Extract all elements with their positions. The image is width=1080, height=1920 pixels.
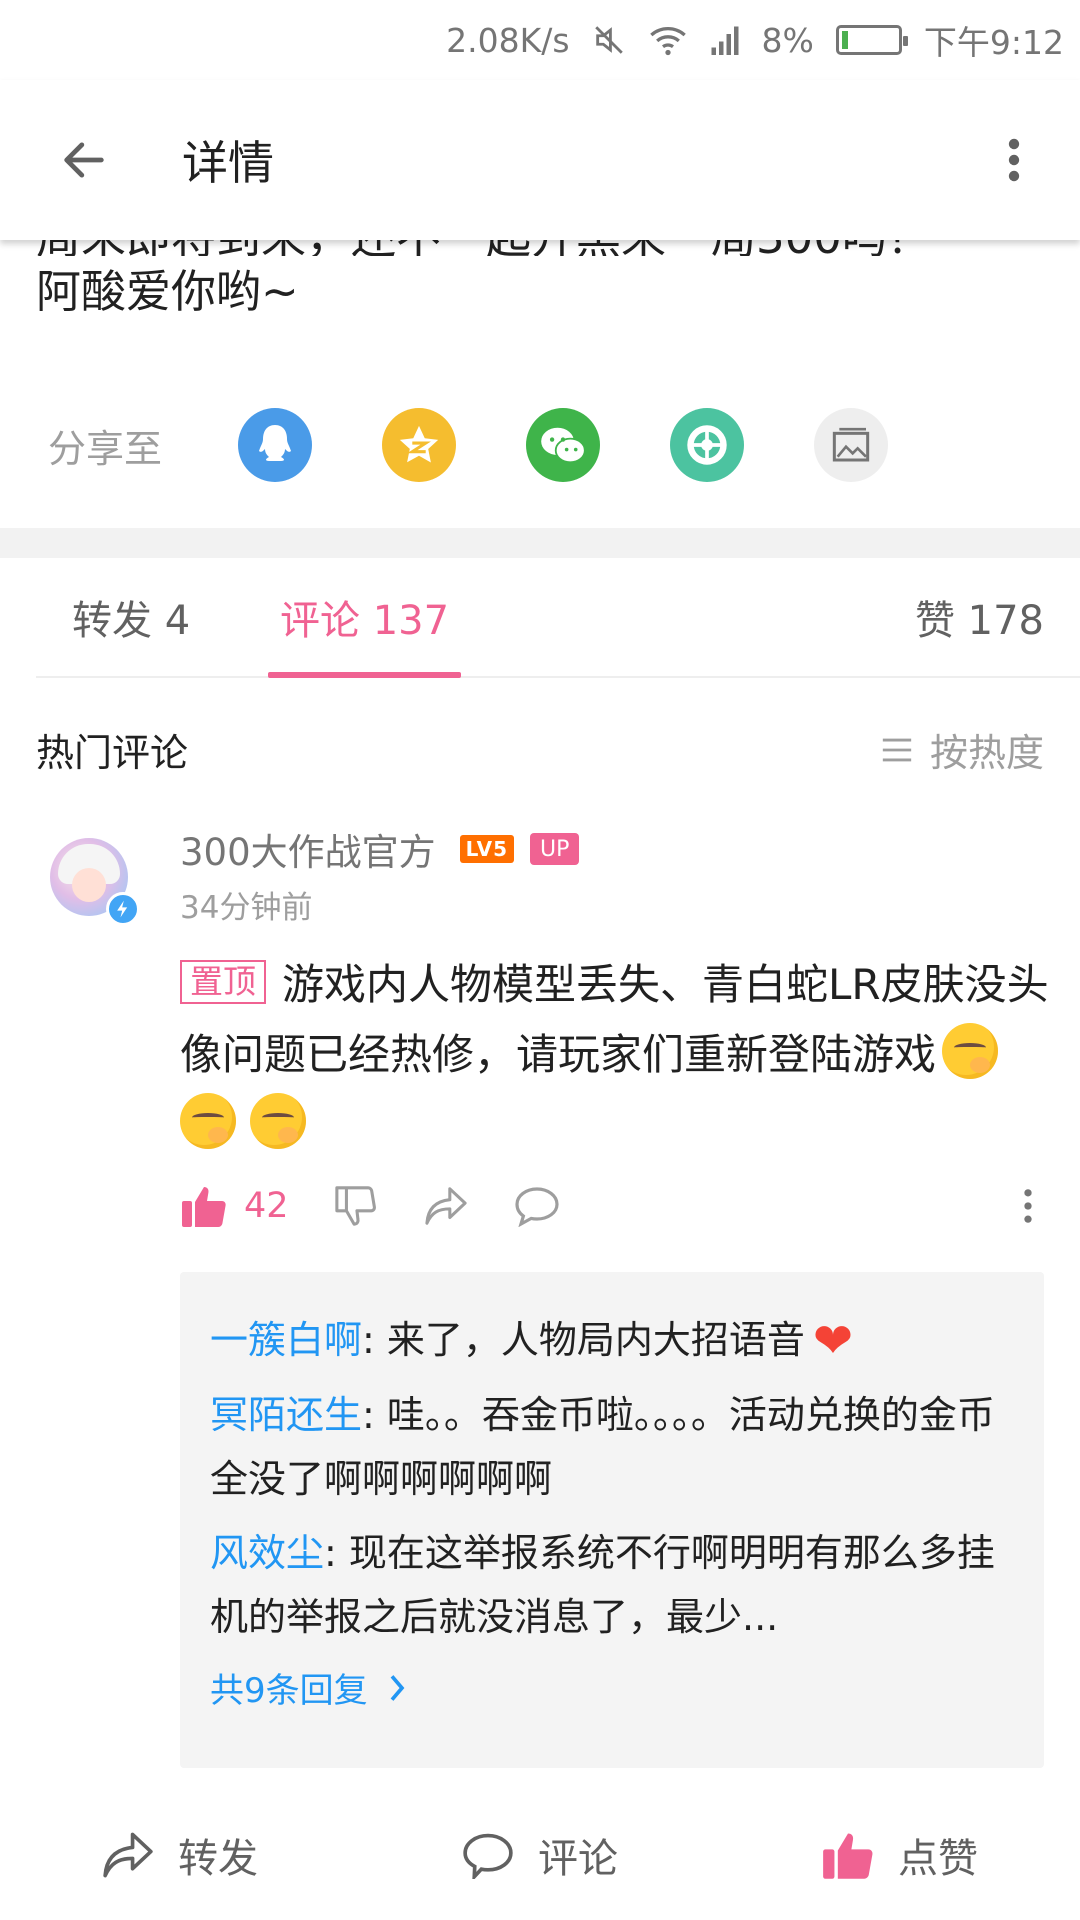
- reply-item[interactable]: 冥陌还生: 哇。。吞金币啦。。。。活动兑换的金币全没了啊啊啊啊啊啊: [210, 1383, 1014, 1511]
- reply-button[interactable]: [513, 1185, 561, 1227]
- qzone-share-button[interactable]: [382, 408, 456, 482]
- comment-bubble-icon: [463, 1833, 513, 1879]
- repost-label: 转发: [178, 1836, 258, 1882]
- share-label: 分享至: [48, 426, 163, 471]
- qzone-icon: [399, 425, 439, 463]
- up-badge: UP: [530, 833, 580, 865]
- section-divider: [0, 528, 1080, 558]
- overflow-menu-button[interactable]: [984, 118, 1044, 202]
- arrow-left-icon: [64, 142, 104, 178]
- like-count: 42: [244, 1186, 289, 1226]
- network-speed: 2.08K/s: [446, 20, 570, 60]
- qq-share-button[interactable]: [238, 408, 312, 482]
- comment-button[interactable]: 评论: [460, 1826, 618, 1884]
- mute-icon: [592, 23, 626, 57]
- reply-preview-box[interactable]: 一簇白啊: 来了，人物局内大招语音 ❤ 冥陌还生: 哇。。吞金币啦。。。。活动兑换…: [180, 1272, 1044, 1768]
- thumbs-up-icon: [823, 1833, 873, 1879]
- comment-text: 游戏内人物模型丢失、青白蛇LR皮肤没头像问题已经热修，请玩家们重新登陆游戏: [180, 960, 1049, 1079]
- dislike-button[interactable]: [333, 1184, 379, 1228]
- thumbs-down-icon: [334, 1186, 376, 1226]
- wifi-icon: [648, 23, 688, 57]
- clock: 下午9:12: [923, 23, 1064, 62]
- tab-repost[interactable]: 转发 4: [72, 558, 190, 676]
- view-all-replies-label: 共9条回复: [210, 1671, 368, 1711]
- smirk-emoji-icon: [250, 1093, 306, 1149]
- comment-label: 评论: [538, 1836, 618, 1882]
- reply-author[interactable]: 冥陌还生: [210, 1393, 362, 1437]
- more-vert-icon: [1024, 1189, 1032, 1223]
- verified-badge-icon: [106, 892, 140, 926]
- comment-actions: 42: [180, 1176, 1050, 1236]
- wechat-share-button[interactable]: [526, 408, 600, 482]
- active-tab-indicator: [268, 672, 462, 678]
- repost-button[interactable]: 转发: [100, 1826, 258, 1884]
- detail-tabs: 转发 4 评论 137 赞 178: [36, 558, 1080, 678]
- comment-body: 置顶 游戏内人物模型丢失、青白蛇LR皮肤没头像问题已经热修，请玩家们重新登陆游戏: [180, 950, 1050, 1160]
- tab-comments-label: 评论 137: [280, 598, 450, 644]
- reply-text: : 来了，人物局内大招语音: [362, 1318, 805, 1362]
- tab-comments[interactable]: 评论 137: [268, 558, 462, 678]
- share-row: 分享至: [48, 400, 958, 490]
- smirk-emoji-icon: [180, 1093, 236, 1149]
- level-badge: LV5: [459, 835, 515, 863]
- save-image-share-button[interactable]: [814, 408, 888, 482]
- heart-emoji-icon: ❤: [812, 1313, 854, 1369]
- sort-label: 按热度: [929, 731, 1044, 775]
- sort-lines-icon: [882, 738, 912, 761]
- bottom-action-bar: 转发 评论 点赞: [0, 1790, 1080, 1920]
- comment-author-row: 300大作战官方 LV5 UP: [180, 822, 580, 876]
- comment-more-button[interactable]: [1022, 1187, 1034, 1225]
- wechat-icon: [541, 427, 586, 464]
- like-button[interactable]: 42: [180, 1183, 289, 1229]
- moments-share-button[interactable]: [670, 408, 744, 482]
- comment-bubble-icon: [514, 1187, 559, 1227]
- view-all-replies-link[interactable]: 共9条回复: [210, 1663, 1014, 1712]
- tab-likes[interactable]: 赞 178: [915, 558, 1044, 676]
- moments-icon: [687, 425, 727, 465]
- page-title: 详情: [182, 136, 274, 190]
- signal-icon: [710, 23, 740, 57]
- smirk-emoji-icon: [942, 1023, 999, 1079]
- reply-item[interactable]: 风效尘: 现在这举报系统不行啊明明有那么多挂机的举报之后就没消息了，最少...: [210, 1521, 1014, 1649]
- like-label: 点赞: [898, 1836, 978, 1882]
- back-button[interactable]: [42, 118, 126, 202]
- share-arrow-icon: [103, 1832, 153, 1878]
- more-vert-icon: [1008, 138, 1020, 182]
- share-arrow-icon: [424, 1187, 467, 1225]
- reply-author[interactable]: 一簇白啊: [210, 1318, 362, 1362]
- comment-timestamp: 34分钟前: [180, 890, 313, 926]
- reply-item[interactable]: 一簇白啊: 来了，人物局内大招语音 ❤: [210, 1308, 1014, 1373]
- chevron-right-icon: [390, 1674, 405, 1701]
- top-app-bar: 详情: [0, 80, 1080, 240]
- avatar[interactable]: [50, 838, 140, 926]
- thumbs-up-icon: [182, 1187, 226, 1227]
- pinned-tag: 置顶: [180, 960, 266, 1004]
- gallery-icon: [832, 427, 870, 462]
- sort-button[interactable]: 按热度: [880, 722, 1044, 777]
- post-text-last-line: 阿酸爱你哟~: [36, 265, 299, 318]
- battery-icon: [835, 25, 908, 55]
- reply-author[interactable]: 风效尘: [210, 1531, 324, 1575]
- like-post-button[interactable]: 点赞: [820, 1826, 978, 1884]
- status-bar: 2.08K/s 8% 下午9:12: [0, 0, 1080, 80]
- qq-icon: [259, 425, 291, 461]
- battery-percent: 8%: [761, 20, 814, 60]
- comment-author[interactable]: 300大作战官方: [180, 822, 436, 876]
- share-comment-button[interactable]: [423, 1185, 469, 1227]
- reply-text: : 现在这举报系统不行啊明明有那么多挂机的举报之后就没消息了，最少...: [210, 1531, 995, 1639]
- hot-comments-title: 热门评论: [36, 731, 189, 775]
